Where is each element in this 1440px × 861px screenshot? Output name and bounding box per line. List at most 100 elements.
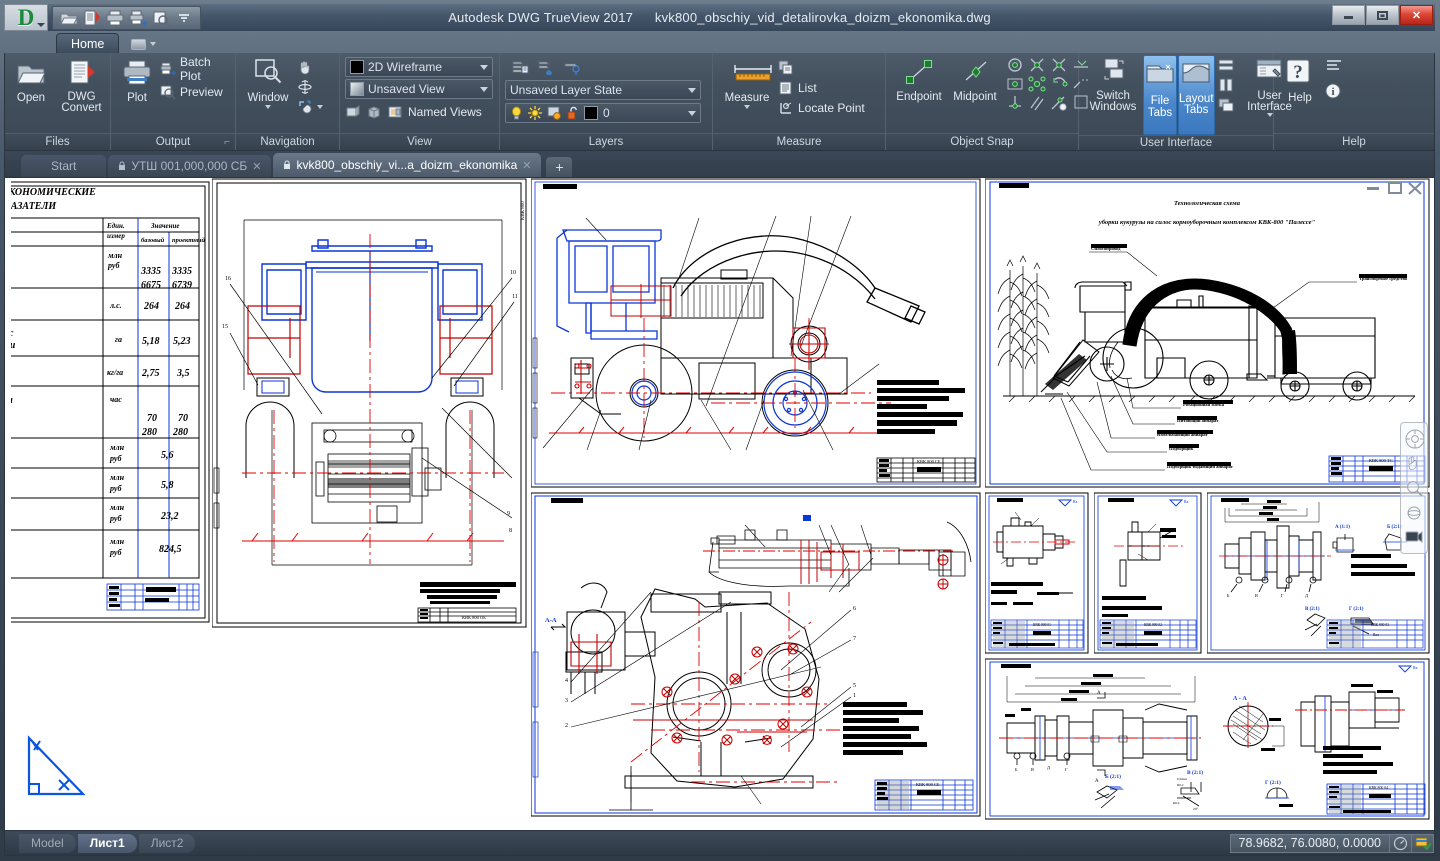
chevron-down-icon[interactable] bbox=[317, 104, 323, 109]
measure-button[interactable]: Measure bbox=[718, 56, 776, 109]
chevron-down-icon[interactable] bbox=[744, 105, 750, 109]
zoom-extents-icon[interactable] bbox=[1404, 478, 1424, 498]
about-list-icon[interactable] bbox=[1325, 59, 1341, 75]
customize-qat-icon[interactable] bbox=[174, 9, 194, 27]
panel-expand-icon[interactable]: ⌐ bbox=[224, 137, 230, 148]
orbit-icon[interactable] bbox=[1404, 503, 1424, 523]
viewport-config-icon[interactable] bbox=[345, 104, 361, 120]
ribbon-minimize-control[interactable] bbox=[125, 35, 162, 53]
layout-tab-list2[interactable]: Лист2 bbox=[138, 833, 196, 853]
named-views-icon[interactable] bbox=[387, 104, 403, 120]
snap-midpoint-button[interactable]: Midpoint bbox=[947, 55, 1003, 103]
svg-text:проектный: проектный bbox=[172, 237, 205, 244]
open-button[interactable]: Open bbox=[10, 56, 52, 104]
svg-text:11: 11 bbox=[512, 294, 518, 300]
snap-parallel-icon[interactable] bbox=[1028, 94, 1044, 111]
snap-insertion-icon[interactable] bbox=[1028, 75, 1046, 92]
snap-quadrant-icon[interactable] bbox=[1050, 75, 1068, 91]
sheet-gearbox-assembly[interactable]: 432 6751 А-А КВК 800 СБ bbox=[531, 492, 981, 817]
horizontal-tile-icon[interactable] bbox=[1217, 57, 1234, 73]
layout-tab-list1[interactable]: Лист1 bbox=[77, 833, 137, 853]
sheet-detail-2[interactable]: Ra КВК 800 02 bbox=[1094, 492, 1202, 654]
quick-access-toolbar bbox=[52, 5, 201, 30]
copy-to-clipboard-button[interactable] bbox=[778, 58, 865, 77]
lightbulb-on-icon[interactable] bbox=[510, 106, 523, 120]
pan-icon[interactable] bbox=[1404, 453, 1424, 473]
snap-perpendicular-icon[interactable] bbox=[1006, 94, 1022, 110]
visual-style-select[interactable]: 2D Wireframe bbox=[345, 57, 493, 77]
file-tab-start[interactable]: Start bbox=[21, 155, 107, 177]
sheet-detail-3[interactable]: БВГД А (1:1) Б (2:1) В (2:1) Г (2:1) КВК… bbox=[1207, 492, 1430, 654]
layer-state-select[interactable]: Unsaved Layer State bbox=[505, 80, 701, 100]
dwg-convert-button[interactable]: DWG Convert bbox=[58, 56, 105, 114]
sheet-side-view[interactable]: КВК 800 СБ bbox=[531, 178, 981, 488]
batch-plot-icon[interactable] bbox=[128, 9, 148, 27]
view-select[interactable]: Unsaved View bbox=[345, 79, 493, 99]
restore-button[interactable] bbox=[1366, 5, 1399, 25]
close-icon[interactable]: ✕ bbox=[522, 159, 531, 172]
sun-freeze-icon[interactable] bbox=[528, 106, 542, 120]
minimize-button[interactable] bbox=[1332, 5, 1365, 25]
zoom-extents-button[interactable] bbox=[297, 98, 323, 115]
layer-properties-icon[interactable] bbox=[511, 59, 529, 75]
plot-icon[interactable] bbox=[105, 9, 125, 27]
hardware-acceleration-icon[interactable] bbox=[1412, 833, 1434, 853]
file-tab-utsh[interactable]: УТШ 001,000,000 СБ ✕ bbox=[108, 155, 272, 177]
sheet-detail-1[interactable]: Ra КВК 800 01 bbox=[985, 492, 1089, 654]
showmotion-icon[interactable] bbox=[1404, 528, 1424, 548]
preview-icon[interactable] bbox=[151, 9, 171, 27]
snap-intersection-icon[interactable] bbox=[1028, 56, 1044, 72]
close-icon[interactable]: ✕ bbox=[252, 160, 261, 173]
locate-point-button[interactable]: Locate Point bbox=[778, 98, 865, 117]
chevron-down-icon[interactable] bbox=[265, 105, 271, 109]
sheet-economics-table[interactable]: ХНИКО-ЭКОНОМИЧЕСКИЕ ПОКАЗАТЕЛИ тели Един… bbox=[11, 178, 211, 624]
info-circle-icon[interactable]: i bbox=[1325, 83, 1341, 99]
sheet-shaft-detail[interactable]: Ra Б В Г Д А А А - А Б (2:1) В (2:1) Г (… bbox=[985, 658, 1430, 820]
close-button[interactable]: ✕ bbox=[1400, 5, 1433, 25]
snap-apparent-intersection-icon[interactable] bbox=[1050, 56, 1066, 72]
sheet-front-view[interactable]: 16 15 10 11 9 8 КВК 800 ОБ КВК 800 bbox=[212, 178, 528, 628]
preview-button[interactable]: Preview bbox=[160, 81, 230, 102]
help-button[interactable]: ? Help bbox=[1279, 56, 1321, 104]
unlock-icon[interactable] bbox=[567, 106, 579, 120]
snap-center-icon[interactable] bbox=[1006, 56, 1022, 72]
file-tabs-button[interactable]: File Tabs bbox=[1143, 55, 1177, 135]
named-views-label[interactable]: Named Views bbox=[408, 105, 482, 119]
layout-tab-model[interactable]: Model bbox=[19, 833, 76, 853]
cascade-icon[interactable] bbox=[1217, 97, 1234, 113]
snap-endpoint-button[interactable]: Endpoint bbox=[891, 55, 947, 103]
new-tab-button[interactable]: + bbox=[546, 157, 573, 177]
coordinate-readout[interactable]: 78.9682, 76.0080, 0.0000 bbox=[1229, 833, 1390, 853]
publish-icon[interactable] bbox=[82, 9, 102, 27]
current-layer-select[interactable]: 0 bbox=[505, 103, 701, 123]
svg-text:6: 6 bbox=[853, 606, 856, 612]
vertical-tile-icon[interactable] bbox=[1217, 77, 1233, 93]
snap-node-icon[interactable] bbox=[1006, 75, 1023, 91]
layer-isolate-icon[interactable] bbox=[563, 59, 580, 75]
panel-object-snap-title: Object Snap bbox=[886, 133, 1078, 150]
list-button[interactable]: List bbox=[778, 78, 865, 97]
layer-freeze-icon[interactable] bbox=[537, 59, 553, 75]
plot-layer-icon[interactable] bbox=[547, 106, 562, 120]
switch-windows-button[interactable]: Switch Windows bbox=[1084, 55, 1142, 113]
zoom-window-button[interactable]: Window bbox=[241, 56, 295, 109]
batch-plot-button[interactable]: Batch Plot bbox=[160, 55, 230, 83]
full-navigation-wheel-icon[interactable] bbox=[1404, 428, 1425, 449]
layer-color-swatch[interactable] bbox=[584, 106, 598, 120]
isometric-box-icon[interactable] bbox=[366, 104, 382, 120]
drawing-canvas[interactable]: ХНИКО-ЭКОНОМИЧЕСКИЕ ПОКАЗАТЕЛИ тели Един… bbox=[4, 177, 1435, 831]
application-menu-button[interactable]: D bbox=[4, 4, 48, 31]
sheet-technology-scheme[interactable]: Технологическая схема уборки кукурузы на… bbox=[985, 178, 1430, 488]
layout-tabs-button[interactable]: Layout Tabs bbox=[1178, 55, 1215, 135]
chevron-down-icon[interactable] bbox=[1266, 113, 1273, 117]
pan-button[interactable] bbox=[297, 58, 323, 75]
orbit-button[interactable] bbox=[297, 78, 323, 95]
navigation-bar[interactable] bbox=[1400, 422, 1428, 554]
plot-button[interactable]: Plot bbox=[116, 56, 158, 104]
snap-tangent-icon[interactable] bbox=[1050, 94, 1067, 111]
tab-home[interactable]: Home bbox=[56, 33, 120, 53]
file-tab-kvk800[interactable]: kvk800_obschiy_vi...a_doizm_ekonomika ✕ bbox=[273, 153, 542, 177]
svg-text:руб: руб bbox=[109, 514, 122, 523]
annotation-monitor-icon[interactable] bbox=[1390, 833, 1412, 853]
open-icon[interactable] bbox=[59, 9, 79, 27]
